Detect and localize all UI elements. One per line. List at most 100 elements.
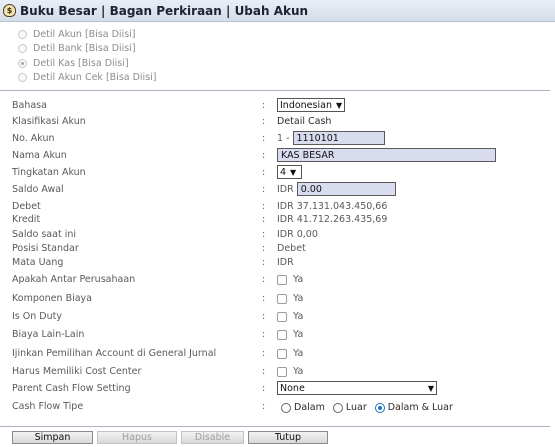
cash-flow-option-label: Luar	[345, 402, 367, 413]
colon: :	[262, 115, 266, 127]
row-biaya-lain: Biaya Lain-Lain : Ya	[0, 327, 555, 341]
row-saldo-awal: Saldo Awal : IDR 0.00	[0, 182, 555, 196]
row-bahasa: Bahasa : Indonesian ▼	[0, 98, 555, 112]
action-bar: Simpan Hapus Disable Tutup	[12, 431, 332, 444]
row-saldo-saat-ini: Saldo saat ini : IDR 0,00	[0, 228, 555, 240]
bahasa-value: Indonesian	[280, 99, 332, 111]
parent-cash-flow-select[interactable]: None ▼	[277, 381, 437, 395]
biaya-lain-label: Biaya Lain-Lain	[12, 328, 85, 340]
kredit-value: IDR 41.712.263.435,69	[277, 213, 388, 225]
saldo-saat-ini-label: Saldo saat ini	[12, 228, 76, 240]
colon: :	[262, 166, 266, 178]
bahasa-select[interactable]: Indonesian ▼	[277, 98, 345, 112]
radio-button[interactable]	[18, 29, 27, 39]
cash-flow-dalam-radio[interactable]	[281, 402, 291, 413]
row-debet: Debet : IDR 37.131.043.450,66	[0, 200, 555, 212]
cash-flow-dalam-luar-radio[interactable]	[374, 402, 385, 413]
money-bag-icon: $	[3, 4, 16, 17]
tingkatan-value: 4	[280, 166, 287, 178]
cash-flow-luar-radio[interactable]	[332, 402, 343, 413]
is-on-duty-checkbox[interactable]	[277, 311, 287, 322]
row-klasifikasi: Klasifikasi Akun : Detail Cash	[0, 115, 555, 127]
option-label: Ya	[293, 348, 304, 359]
parent-cash-flow-value: None	[280, 382, 305, 394]
saldo-saat-ini-value: IDR 0,00	[277, 228, 318, 240]
cost-center-checkbox[interactable]	[277, 366, 287, 377]
radio-label: Detil Akun Cek [Bisa Diisi]	[33, 72, 157, 84]
row-kredit: Kredit : IDR 41.712.263.435,69	[0, 213, 555, 225]
row-komponen-biaya: Komponen Biaya : Ya	[0, 291, 555, 305]
no-akun-input[interactable]: 1110101	[292, 131, 385, 145]
tutup-button[interactable]: Tutup	[248, 431, 328, 444]
colon: :	[262, 328, 266, 340]
radio-button-selected[interactable]	[18, 58, 27, 68]
colon: :	[262, 256, 266, 268]
nama-akun-label: Nama Akun	[12, 149, 67, 161]
radio-detil-akun-cek[interactable]: Detil Akun Cek [Bisa Diisi]	[18, 71, 157, 86]
debet-label: Debet	[12, 200, 41, 212]
tingkatan-select[interactable]: 4 ▼	[277, 165, 302, 179]
colon: :	[262, 213, 266, 225]
option-label: Ya	[293, 274, 304, 285]
row-posisi-standar: Posisi Standar : Debet	[0, 242, 555, 254]
mata-uang-value: IDR	[277, 256, 294, 268]
cash-flow-tipe-label: Cash Flow Tipe	[12, 400, 84, 412]
saldo-awal-input[interactable]: 0.00	[296, 182, 396, 196]
colon: :	[262, 228, 266, 240]
antar-perusahaan-checkbox[interactable]	[277, 274, 287, 285]
option-label: Ya	[293, 366, 304, 377]
option-label: Ya	[293, 329, 304, 340]
row-ijinkan-pemilihan: Ijinkan Pemilihan Account di General Jur…	[0, 346, 555, 360]
cash-flow-option-label: Dalam	[294, 402, 325, 413]
colon: :	[262, 400, 266, 412]
row-cost-center: Harus Memiliki Cost Center : Ya	[0, 364, 555, 378]
footer-divider	[0, 426, 550, 427]
komponen-biaya-checkbox[interactable]	[277, 293, 287, 304]
row-is-on-duty: Is On Duty : Ya	[0, 309, 555, 323]
ijinkan-pemilihan-label: Ijinkan Pemilihan Account di General Jur…	[12, 347, 217, 359]
is-on-duty-label: Is On Duty	[12, 310, 62, 322]
biaya-lain-checkbox[interactable]	[277, 329, 287, 340]
row-no-akun: No. Akun : 1 - 1110101	[0, 131, 555, 145]
klasifikasi-value: Detail Cash	[277, 115, 332, 127]
option-label: Ya	[293, 311, 304, 322]
row-nama-akun: Nama Akun : KAS BESAR	[0, 148, 555, 162]
row-mata-uang: Mata Uang : IDR	[0, 256, 555, 268]
no-akun-label: No. Akun	[12, 132, 55, 144]
colon: :	[262, 365, 266, 377]
posisi-standar-value: Debet	[277, 242, 306, 254]
colon: :	[262, 132, 266, 144]
window-titlebar: $ Buku Besar | Bagan Perkiraan | Ubah Ak…	[0, 0, 555, 22]
radio-label: Detil Akun [Bisa Diisi]	[33, 28, 136, 40]
mata-uang-label: Mata Uang	[12, 256, 64, 268]
row-tingkatan: Tingkatan Akun : 4 ▼	[0, 165, 555, 179]
simpan-button[interactable]: Simpan	[12, 431, 93, 444]
ijinkan-pemilihan-checkbox[interactable]	[277, 348, 287, 359]
radio-button[interactable]	[18, 44, 27, 54]
colon: :	[262, 273, 266, 285]
option-label: Ya	[293, 293, 304, 304]
posisi-standar-label: Posisi Standar	[12, 242, 79, 254]
colon: :	[262, 149, 266, 161]
saldo-awal-label: Saldo Awal	[12, 183, 64, 195]
radio-detil-bank[interactable]: Detil Bank [Bisa Diisi]	[18, 42, 157, 57]
komponen-biaya-label: Komponen Biaya	[12, 292, 92, 304]
account-type-radio-group: Detil Akun [Bisa Diisi] Detil Bank [Bisa…	[18, 27, 157, 85]
disable-button[interactable]: Disable	[181, 431, 244, 444]
radio-detil-akun[interactable]: Detil Akun [Bisa Diisi]	[18, 27, 157, 42]
colon: :	[262, 292, 266, 304]
hapus-button[interactable]: Hapus	[97, 431, 177, 444]
radio-button[interactable]	[18, 73, 27, 83]
no-akun-prefix: 1 -	[277, 132, 290, 144]
klasifikasi-label: Klasifikasi Akun	[12, 115, 86, 127]
chevron-down-icon: ▼	[427, 383, 434, 393]
antar-perusahaan-label: Apakah Antar Perusahaan	[12, 273, 136, 285]
colon: :	[262, 183, 266, 195]
colon: :	[262, 242, 266, 254]
nama-akun-input[interactable]: KAS BESAR	[277, 148, 496, 162]
chevron-down-icon: ▼	[290, 167, 297, 177]
parent-cash-flow-label: Parent Cash Flow Setting	[12, 382, 131, 394]
radio-detil-kas[interactable]: Detil Kas [Bisa Diisi]	[18, 56, 157, 71]
tingkatan-label: Tingkatan Akun	[12, 166, 86, 178]
colon: :	[262, 200, 266, 212]
